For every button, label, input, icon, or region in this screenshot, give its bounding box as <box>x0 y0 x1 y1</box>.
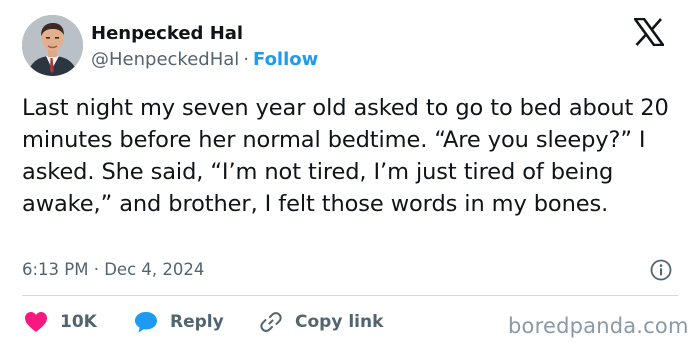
like-count: 10K <box>60 312 97 332</box>
author-handle-row: @HenpeckedHal · Follow <box>91 48 318 72</box>
author-handle[interactable]: @HenpeckedHal <box>91 49 239 70</box>
info-icon[interactable] <box>649 258 673 282</box>
watermark: boredpanda.com <box>508 314 689 338</box>
link-icon <box>260 312 282 332</box>
like-button[interactable]: 10K <box>24 309 97 335</box>
reply-label: Reply <box>170 312 224 332</box>
reply-button[interactable]: Reply <box>134 309 224 335</box>
copy-link-label: Copy link <box>295 312 384 332</box>
tweet-timestamp[interactable]: 6:13 PM · Dec 4, 2024 <box>22 259 204 281</box>
copy-link-button[interactable]: Copy link <box>259 309 383 335</box>
heart-icon <box>25 312 47 332</box>
author-display-name[interactable]: Henpecked Hal <box>91 22 243 46</box>
x-logo-icon[interactable] <box>632 17 666 47</box>
tweet-text: Last night my seven year old asked to go… <box>22 95 676 217</box>
avatar[interactable] <box>22 15 83 76</box>
follow-button[interactable]: Follow <box>253 49 318 70</box>
divider <box>22 295 678 296</box>
separator-dot: · <box>243 49 249 70</box>
reply-bubble-icon <box>135 312 157 333</box>
